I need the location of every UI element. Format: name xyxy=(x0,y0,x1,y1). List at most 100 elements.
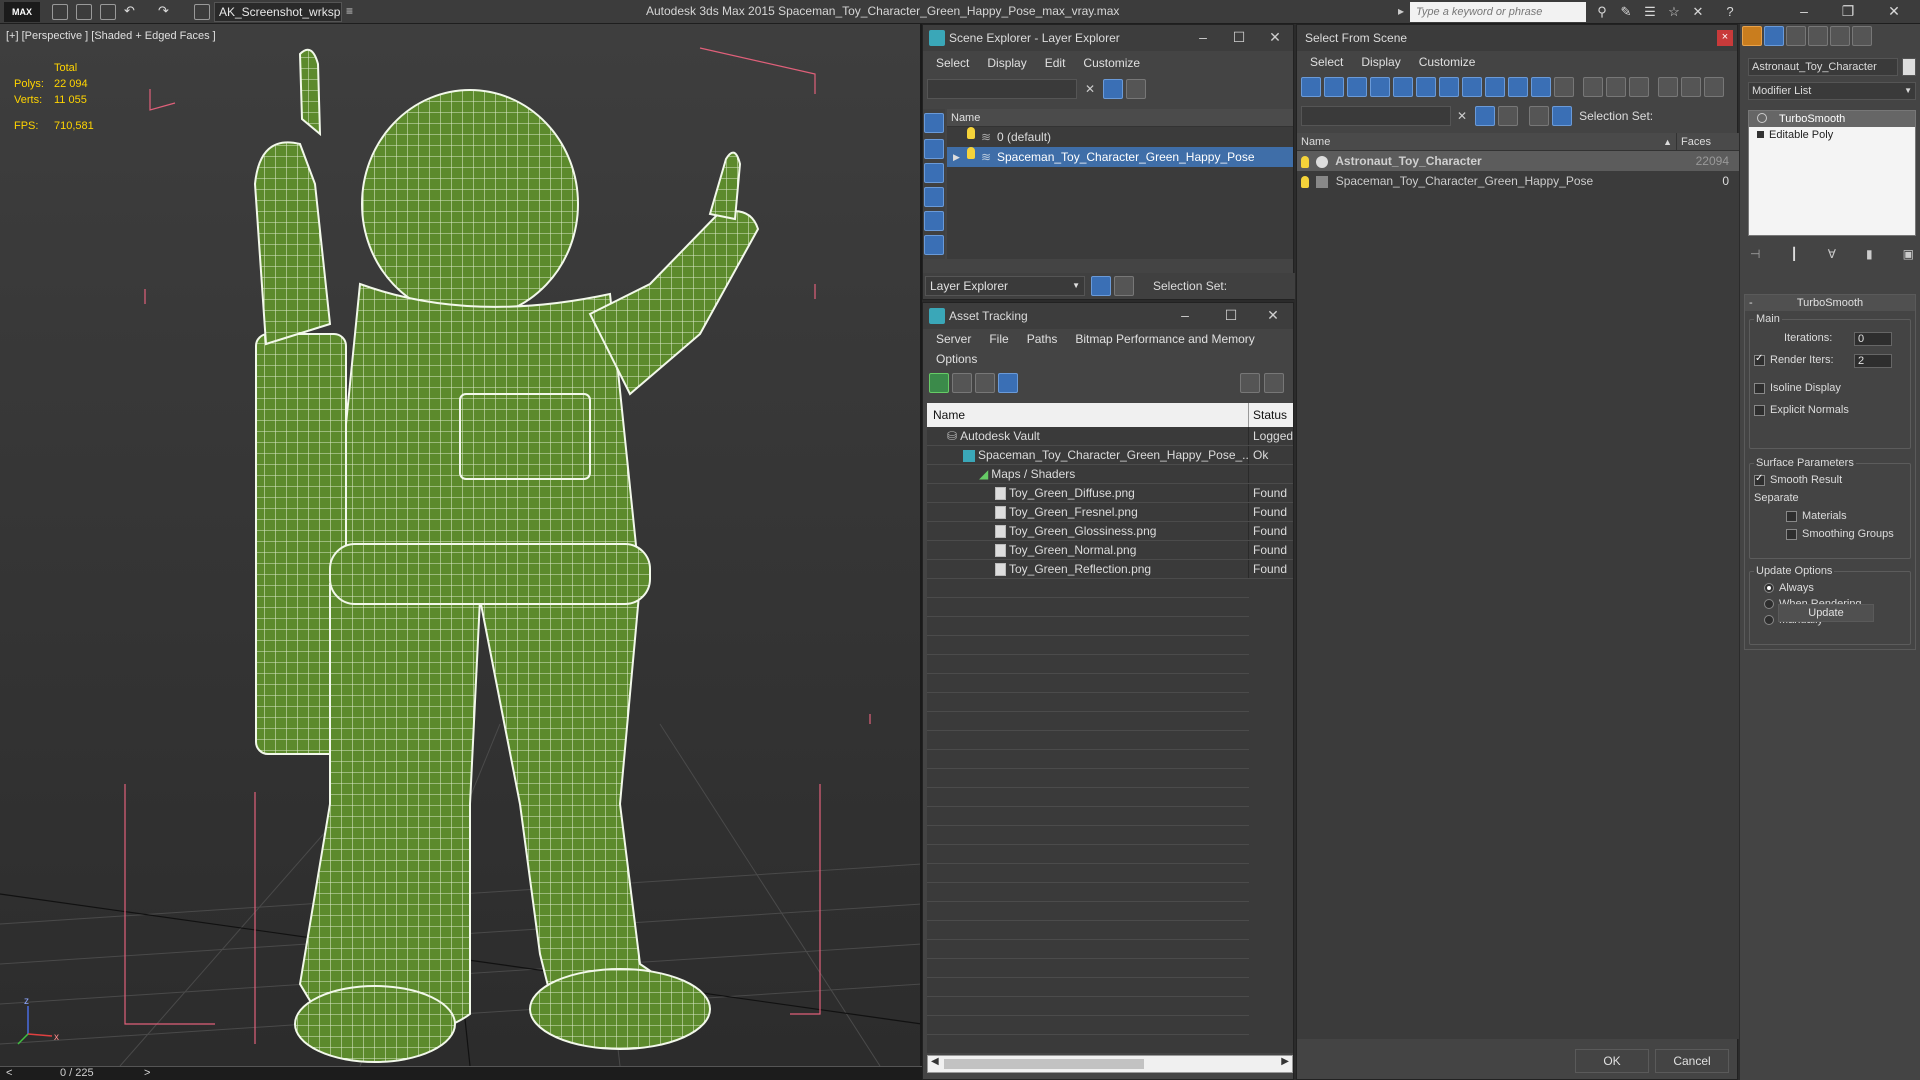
always-option[interactable]: Always xyxy=(1764,582,1814,594)
render-iters-option[interactable]: Render Iters: xyxy=(1754,353,1834,366)
column-name[interactable]: Name xyxy=(927,403,1249,427)
scroll-right-icon[interactable]: ▶ xyxy=(1281,1056,1289,1067)
isoline-checkbox[interactable] xyxy=(1754,382,1765,394)
time-prev-button[interactable]: < xyxy=(6,1067,12,1079)
scene-explorer-search-input[interactable] xyxy=(927,79,1077,99)
select-invert-icon[interactable] xyxy=(1629,77,1649,97)
save-file-icon[interactable] xyxy=(100,4,116,20)
filter-hidden-icon[interactable] xyxy=(1554,77,1574,97)
minimize-icon[interactable]: – xyxy=(1165,303,1205,329)
filter-spacewarps-icon[interactable] xyxy=(924,235,944,255)
filter-lights-icon[interactable] xyxy=(924,163,944,183)
clear-search-icon[interactable]: ✕ xyxy=(1085,82,1095,96)
chevron-down-icon[interactable]: ≡ xyxy=(346,4,353,18)
filter-shapes-icon[interactable] xyxy=(924,139,944,159)
refresh-icon[interactable] xyxy=(929,373,949,393)
explicit-normals-checkbox[interactable] xyxy=(1754,404,1765,416)
new-file-icon[interactable] xyxy=(52,4,68,20)
menu-customize[interactable]: Customize xyxy=(1083,56,1140,70)
iterations-spinner[interactable]: 0 xyxy=(1854,332,1892,346)
asset-row[interactable]: Toy_Green_Diffuse.png Found xyxy=(927,484,1293,503)
asset-row[interactable]: ◢ Maps / Shaders xyxy=(927,465,1293,484)
always-radio[interactable] xyxy=(1764,583,1774,594)
hierarchy-mode-icon[interactable] xyxy=(1114,276,1134,296)
time-next-button[interactable]: > xyxy=(144,1067,150,1079)
minimize-icon[interactable]: – xyxy=(1183,25,1223,51)
maximize-icon[interactable]: ☐ xyxy=(1219,25,1259,51)
make-unique-icon[interactable]: ∀ xyxy=(1828,247,1836,261)
column-status[interactable]: Status xyxy=(1249,403,1293,427)
asset-row[interactable]: Toy_Green_Fresnel.png Found xyxy=(927,503,1293,522)
menu-file[interactable]: File xyxy=(989,332,1008,346)
expand-arrow-icon[interactable]: ▶ xyxy=(953,147,960,167)
asset-row[interactable]: ⛁ Autodesk Vault Logged xyxy=(927,427,1293,446)
column-name[interactable]: Name ▲ xyxy=(1297,133,1677,150)
search-expand-icon[interactable]: ▸ xyxy=(1398,4,1404,18)
motion-tab-icon[interactable] xyxy=(1808,26,1828,46)
modifier-stack-item[interactable]: Editable Poly xyxy=(1749,127,1915,143)
menu-paths[interactable]: Paths xyxy=(1027,332,1058,346)
close-icon[interactable]: ✕ xyxy=(1253,303,1293,329)
select-none-icon[interactable] xyxy=(1606,77,1626,97)
layers-icon[interactable] xyxy=(1498,106,1519,126)
thumbnail-view-icon[interactable] xyxy=(975,373,995,393)
utilities-tab-icon[interactable] xyxy=(1852,26,1872,46)
scrollbar-thumb[interactable] xyxy=(944,1059,1144,1069)
cancel-button[interactable]: Cancel xyxy=(1655,1049,1729,1073)
smooth-result-option[interactable]: Smooth Result xyxy=(1754,473,1842,486)
explicit-normals-option[interactable]: Explicit Normals xyxy=(1754,404,1849,416)
object-row[interactable]: Spaceman_Toy_Character_Green_Happy_Pose … xyxy=(1297,171,1739,191)
hierarchy-view-icon[interactable] xyxy=(1552,106,1573,126)
select-from-scene-titlebar[interactable]: Select From Scene × xyxy=(1297,25,1737,51)
layer-mode-icon[interactable] xyxy=(1091,276,1111,296)
asset-row[interactable]: Toy_Green_Glossiness.png Found xyxy=(927,522,1293,541)
filter-bones-icon[interactable] xyxy=(1485,77,1505,97)
perspective-viewport[interactable]: z x [+] [Perspective ] [Shaded + Edged F… xyxy=(0,24,922,1066)
layer-tools-icon[interactable] xyxy=(1126,79,1147,99)
menu-bitmap-performance[interactable]: Bitmap Performance and Memory xyxy=(1075,332,1254,346)
render-iters-spinner[interactable]: 2 xyxy=(1854,354,1892,368)
menu-customize[interactable]: Customize xyxy=(1419,55,1476,69)
menu-edit[interactable]: Edit xyxy=(1045,56,1066,70)
filter-funnel-icon[interactable] xyxy=(1658,77,1678,97)
pin-stack-icon[interactable]: ⊣ xyxy=(1750,247,1760,261)
menu-select[interactable]: Select xyxy=(936,56,969,70)
clear-search-icon[interactable]: ✕ xyxy=(1457,109,1467,123)
select-all-icon[interactable] xyxy=(1583,77,1603,97)
manually-radio[interactable] xyxy=(1764,615,1774,626)
list-view-icon[interactable] xyxy=(952,373,972,393)
maximize-icon[interactable]: ☐ xyxy=(1211,303,1251,329)
viewport-label[interactable]: [+] [Perspective ] [Shaded + Edged Faces… xyxy=(6,30,216,42)
select-search-input[interactable] xyxy=(1301,106,1451,126)
smoothing-groups-option[interactable]: Smoothing Groups xyxy=(1786,528,1894,540)
filter-geometry-icon[interactable] xyxy=(924,113,944,133)
favorites-star-icon[interactable]: ☆ xyxy=(1664,2,1684,22)
when-rendering-radio[interactable] xyxy=(1764,599,1774,610)
visibility-icon[interactable] xyxy=(1301,175,1309,188)
materials-option[interactable]: Materials xyxy=(1786,510,1847,522)
smooth-result-checkbox[interactable] xyxy=(1754,473,1765,486)
layer-row[interactable]: ▶ ≋ Spaceman_Toy_Character_Green_Happy_P… xyxy=(947,147,1293,167)
column-faces[interactable]: Faces xyxy=(1677,133,1727,150)
menu-options[interactable]: Options xyxy=(936,352,977,366)
layer-row[interactable]: ≋ 0 (default) xyxy=(947,127,1293,147)
help-icon[interactable] xyxy=(1240,373,1260,393)
modifier-list-dropdown[interactable]: Modifier List ▼ xyxy=(1748,82,1916,100)
asset-tracking-titlebar[interactable]: Asset Tracking – ☐ ✕ xyxy=(923,303,1293,329)
explorer-type-dropdown[interactable]: Layer Explorer ▼ xyxy=(925,276,1085,296)
modify-tab-icon[interactable] xyxy=(1764,26,1784,46)
hierarchy-icon[interactable] xyxy=(1681,77,1701,97)
render-iters-checkbox[interactable] xyxy=(1754,353,1765,366)
scene-explorer-titlebar[interactable]: Scene Explorer - Layer Explorer – ☐ ✕ xyxy=(923,25,1293,51)
menu-select[interactable]: Select xyxy=(1310,55,1343,69)
filter-geometry-icon[interactable] xyxy=(1301,77,1321,97)
create-tab-icon[interactable] xyxy=(1742,26,1762,46)
time-slider[interactable]: < 0 / 225 > xyxy=(0,1066,922,1080)
restore-icon[interactable]: ❐ xyxy=(1826,0,1870,24)
object-name-input[interactable]: Astronaut_Toy_Character xyxy=(1748,58,1898,76)
hierarchy-tab-icon[interactable] xyxy=(1786,26,1806,46)
workspace-dropdown[interactable]: AK_Screenshot_wrksp xyxy=(214,2,342,22)
search-input[interactable]: Type a keyword or phrase xyxy=(1410,2,1586,22)
layer-visibility-icon[interactable] xyxy=(967,147,975,159)
filter-containers-icon[interactable] xyxy=(1508,77,1528,97)
